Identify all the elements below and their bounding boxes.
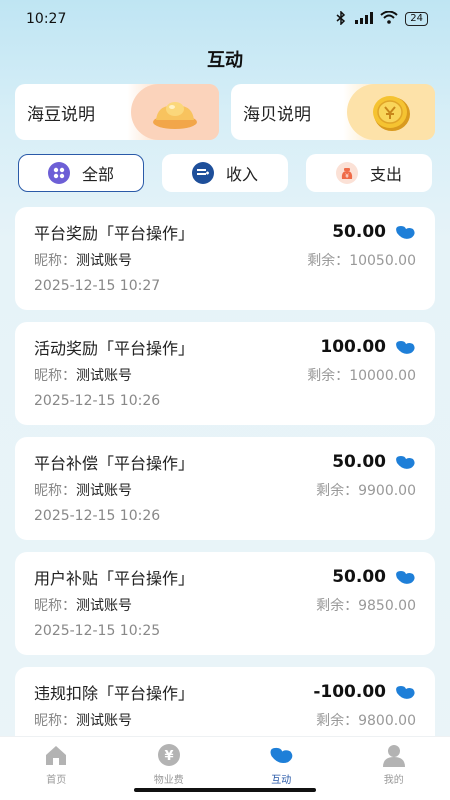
record-date: 2025-12-15 10:26 bbox=[34, 508, 161, 524]
record-nickname: 昵称：测试账号 bbox=[34, 480, 132, 500]
tab-home-label: 首页 bbox=[46, 775, 67, 786]
record-item[interactable]: 平台补偿「平台操作」 50.00 昵称：测试账号 剩余：9900.00 2025… bbox=[15, 437, 435, 540]
bean-explain-card[interactable]: 海豆说明 bbox=[15, 84, 219, 140]
record-title: 活动奖励「平台操作」 bbox=[34, 339, 195, 358]
record-nickname: 昵称：测试账号 bbox=[34, 365, 132, 385]
filter-row: 全部 收入 ¥ 支出 bbox=[0, 154, 450, 192]
record-title: 违规扣除「平台操作」 bbox=[34, 684, 195, 703]
nickname-value: 测试账号 bbox=[76, 713, 132, 729]
nickname-value: 测试账号 bbox=[76, 368, 132, 384]
record-item[interactable]: 活动奖励「平台操作」 100.00 昵称：测试账号 剩余：10000.00 20… bbox=[15, 322, 435, 425]
filter-all-button[interactable]: 全部 bbox=[18, 154, 144, 192]
remaining-label: 剩余： bbox=[316, 598, 359, 614]
remaining-label: 剩余： bbox=[307, 253, 350, 269]
tab-mine-label: 我的 bbox=[383, 775, 404, 786]
filter-expense-button[interactable]: ¥ 支出 bbox=[306, 154, 432, 192]
record-title: 用户补贴「平台操作」 bbox=[34, 569, 195, 588]
nickname-value: 测试账号 bbox=[76, 483, 132, 499]
tab-mine[interactable]: 我的 bbox=[338, 737, 450, 800]
filter-income-label: 收入 bbox=[225, 165, 258, 184]
home-indicator[interactable] bbox=[134, 788, 316, 792]
nickname-label: 昵称： bbox=[34, 483, 76, 499]
nickname-label: 昵称： bbox=[34, 368, 76, 384]
status-time: 10:27 bbox=[26, 11, 67, 27]
status-bar: 10:27 24 bbox=[0, 0, 450, 38]
record-amount: -100.00 bbox=[313, 682, 386, 702]
record-amount: 50.00 bbox=[332, 222, 386, 242]
record-remaining: 剩余：9850.00 bbox=[316, 595, 416, 615]
record-remaining: 剩余：10000.00 bbox=[307, 365, 416, 385]
record-list: 平台奖励「平台操作」 50.00 昵称：测试账号 剩余：10050.00 202… bbox=[0, 207, 450, 770]
svg-text:¥: ¥ bbox=[164, 749, 173, 764]
income-icon bbox=[191, 162, 214, 184]
filter-income-button[interactable]: 收入 bbox=[162, 154, 288, 192]
record-date: 2025-12-15 10:26 bbox=[34, 393, 161, 409]
record-remaining: 剩余：9800.00 bbox=[316, 710, 416, 730]
record-amount-group: 50.00 bbox=[332, 567, 416, 587]
record-item[interactable]: 用户补贴「平台操作」 50.00 昵称：测试账号 剩余：9850.00 2025… bbox=[15, 552, 435, 655]
explain-row: 海豆说明 海贝说明 bbox=[0, 84, 450, 140]
remaining-label: 剩余： bbox=[316, 483, 359, 499]
remaining-value: 9900.00 bbox=[358, 483, 416, 499]
record-date: 2025-12-15 10:25 bbox=[34, 623, 161, 639]
home-icon bbox=[44, 743, 68, 767]
record-date: 2025-12-15 10:27 bbox=[34, 278, 161, 294]
record-nickname: 昵称：测试账号 bbox=[34, 595, 132, 615]
record-remaining: 剩余：10050.00 bbox=[307, 250, 416, 270]
gold-coin-icon bbox=[347, 84, 435, 140]
gold-ingot-icon bbox=[131, 84, 219, 140]
nickname-label: 昵称： bbox=[34, 598, 76, 614]
remaining-label: 剩余： bbox=[307, 368, 350, 384]
record-amount: 50.00 bbox=[332, 452, 386, 472]
bean-icon bbox=[396, 341, 415, 354]
record-item[interactable]: 平台奖励「平台操作」 50.00 昵称：测试账号 剩余：10050.00 202… bbox=[15, 207, 435, 310]
remaining-label: 剩余： bbox=[316, 713, 359, 729]
battery-icon: 24 bbox=[405, 12, 428, 26]
shell-explain-card[interactable]: 海贝说明 bbox=[231, 84, 435, 140]
svg-text:¥: ¥ bbox=[345, 173, 349, 180]
record-amount: 100.00 bbox=[320, 337, 386, 357]
record-nickname: 昵称：测试账号 bbox=[34, 710, 132, 730]
bean-icon bbox=[396, 686, 415, 699]
nickname-value: 测试账号 bbox=[76, 253, 132, 269]
bean-icon bbox=[396, 571, 415, 584]
bean-icon bbox=[396, 226, 415, 239]
record-amount-group: 50.00 bbox=[332, 452, 416, 472]
remaining-value: 9850.00 bbox=[358, 598, 416, 614]
expense-icon: ¥ bbox=[335, 162, 358, 184]
shell-explain-label: 海贝说明 bbox=[243, 104, 311, 125]
record-title: 平台补偿「平台操作」 bbox=[34, 454, 195, 473]
record-nickname: 昵称：测试账号 bbox=[34, 250, 132, 270]
tab-property-fee-label: 物业费 bbox=[153, 775, 184, 786]
nickname-label: 昵称： bbox=[34, 713, 76, 729]
record-title: 平台奖励「平台操作」 bbox=[34, 224, 195, 243]
remaining-value: 10050.00 bbox=[349, 253, 416, 269]
remaining-value: 9800.00 bbox=[358, 713, 416, 729]
remaining-value: 10000.00 bbox=[349, 368, 416, 384]
grid-icon bbox=[47, 162, 70, 184]
filter-expense-label: 支出 bbox=[369, 165, 402, 184]
bean-icon bbox=[396, 456, 415, 469]
record-remaining: 剩余：9900.00 bbox=[316, 480, 416, 500]
record-amount-group: 50.00 bbox=[332, 222, 416, 242]
nickname-label: 昵称： bbox=[34, 253, 76, 269]
bluetooth-icon bbox=[336, 9, 346, 28]
yen-icon: ¥ bbox=[157, 743, 181, 767]
record-amount: 50.00 bbox=[332, 567, 386, 587]
bean-explain-label: 海豆说明 bbox=[27, 104, 95, 125]
nickname-value: 测试账号 bbox=[76, 598, 132, 614]
user-icon bbox=[382, 743, 406, 767]
bean-icon bbox=[268, 743, 294, 767]
page-title: 互动 bbox=[207, 50, 243, 71]
record-amount-group: 100.00 bbox=[320, 337, 416, 357]
wifi-icon bbox=[380, 10, 398, 27]
record-amount-group: -100.00 bbox=[313, 682, 416, 702]
signal-icon bbox=[353, 11, 374, 27]
status-icons: 24 bbox=[336, 9, 428, 28]
filter-all-label: 全部 bbox=[81, 165, 114, 184]
tab-interaction-label: 互动 bbox=[271, 775, 292, 786]
tab-home[interactable]: 首页 bbox=[0, 737, 113, 800]
